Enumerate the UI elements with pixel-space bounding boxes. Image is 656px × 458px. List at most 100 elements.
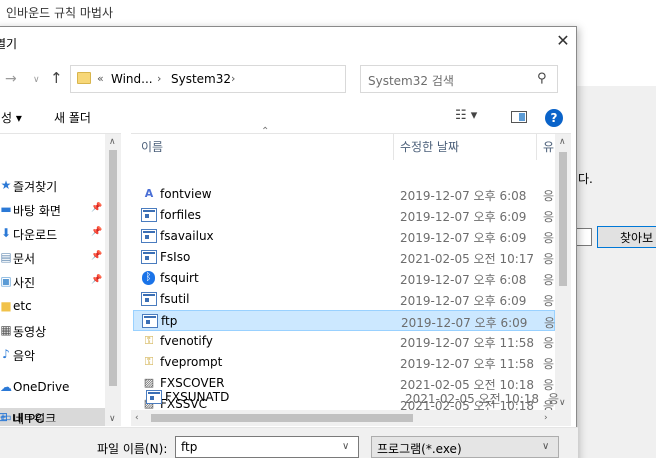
- file-type: 응: [544, 316, 556, 330]
- search-input[interactable]: System32 검색: [368, 72, 454, 89]
- exe-icon: [146, 390, 162, 404]
- file-type: 응: [543, 189, 555, 203]
- file-date: 2019-12-07 오후 6:09: [400, 294, 527, 308]
- navigation-bar: → ∨ ↑ « Wind... › System32 › ∨ ↻ System3…: [0, 63, 578, 95]
- pin-icon[interactable]: 📌: [91, 227, 102, 237]
- nav-item-label: 사진: [13, 276, 36, 290]
- preview-pane-icon[interactable]: [511, 111, 527, 123]
- background-input[interactable]: [576, 228, 592, 246]
- pin-icon[interactable]: 📌: [91, 203, 102, 213]
- nav-item-quick-access[interactable]: ★ 즐겨찾기: [0, 174, 105, 196]
- key-icon: ⚿: [144, 355, 154, 368]
- file-row-selected[interactable]: ftp 2019-12-07 오후 6:09 응: [133, 310, 555, 331]
- chevron-down-icon[interactable]: ∨: [542, 441, 549, 452]
- address-segment-windows[interactable]: Wind...: [111, 72, 153, 86]
- new-folder-button[interactable]: 새 폴더: [54, 109, 91, 126]
- column-header-date[interactable]: 수정한 날짜: [400, 138, 459, 160]
- nav-item-documents[interactable]: ▤ 문서 📌: [0, 246, 105, 268]
- dialog-title: 열기: [0, 37, 18, 51]
- file-type-filter[interactable]: 프로그램(*.exe) ∨: [371, 436, 559, 458]
- file-date: 2019-12-07 오후 6:09: [400, 210, 527, 224]
- file-date: 2021-02-05 오전 10:18: [405, 392, 540, 406]
- desktop-icon: ▬: [0, 202, 12, 216]
- horizontal-scrollbar-thumb[interactable]: [151, 414, 413, 422]
- video-icon: ▦: [0, 323, 12, 337]
- folder-icon: ■: [0, 299, 12, 313]
- file-row[interactable]: ⚿ fveprompt 2019-12-07 오후 11:58 응: [133, 352, 555, 373]
- file-row[interactable]: fsutil 2019-12-07 오후 6:09 응: [133, 289, 555, 310]
- music-icon: ♪: [2, 347, 10, 361]
- file-type: 응: [548, 392, 560, 406]
- scroll-right-icon[interactable]: ›: [544, 413, 548, 423]
- back-arrow-icon[interactable]: →: [5, 71, 17, 87]
- chevron-right-icon[interactable]: ›: [157, 72, 161, 85]
- file-name: forfiles: [160, 208, 202, 222]
- scroll-up-icon[interactable]: ∧: [109, 137, 116, 147]
- nav-item-downloads[interactable]: ⬇ 다운로드 📌: [0, 222, 105, 244]
- column-divider[interactable]: [393, 134, 394, 160]
- exe-icon: [141, 292, 157, 306]
- nav-item-etc[interactable]: ■ etc: [0, 295, 105, 317]
- nav-item-desktop[interactable]: ▬ 바탕 화면 📌: [0, 198, 105, 220]
- file-row[interactable]: FsIso 2021-02-05 오전 10:17 응: [133, 247, 555, 268]
- background-panel: [576, 86, 656, 458]
- background-window-title: 인바운드 규칙 마법사: [6, 6, 113, 20]
- filename-field[interactable]: ftp ∨: [175, 436, 359, 458]
- pin-icon[interactable]: 📌: [91, 275, 102, 285]
- nav-item-music[interactable]: ♪ 음악: [0, 343, 105, 365]
- file-date: 2019-12-07 오후 6:09: [400, 231, 527, 245]
- nav-item-network[interactable]: ⊞ 네트워크: [0, 408, 104, 422]
- file-type: 응: [543, 252, 555, 266]
- chevron-right-icon[interactable]: ›: [231, 72, 235, 85]
- column-header-type[interactable]: 유: [543, 138, 554, 160]
- vertical-scrollbar-thumb[interactable]: [559, 152, 567, 286]
- file-row[interactable]: fsavailux 2019-12-07 오후 6:09 응: [133, 226, 555, 247]
- nav-item-label: 문서: [13, 252, 36, 266]
- file-row[interactable]: ⚿ fvenotify 2019-12-07 오후 11:58 응: [133, 331, 555, 352]
- up-arrow-icon[interactable]: ↑: [50, 69, 63, 87]
- file-type-filter-value[interactable]: 프로그램(*.exe): [377, 440, 462, 457]
- scroll-left-icon[interactable]: ‹: [135, 413, 139, 423]
- nav-item-pictures[interactable]: ▣ 사진 📌: [0, 270, 105, 292]
- scroll-down-icon[interactable]: ∨: [109, 414, 116, 424]
- recent-locations-icon[interactable]: ∨: [33, 75, 40, 85]
- exe-icon: [141, 250, 157, 264]
- file-type: 응: [543, 231, 555, 245]
- organize-button[interactable]: 성 ▾: [1, 109, 22, 126]
- nav-item-videos[interactable]: ▦ 동영상: [0, 319, 105, 341]
- overflow-icon[interactable]: «: [97, 72, 104, 85]
- column-header-name[interactable]: 이름: [141, 138, 163, 160]
- file-name: fontview: [160, 187, 212, 201]
- nav-item-label: etc: [13, 299, 32, 313]
- pin-icon[interactable]: 📌: [91, 251, 102, 261]
- cloud-icon: ☁: [0, 380, 12, 394]
- fontview-icon: A: [144, 187, 154, 200]
- close-icon[interactable]: ✕: [553, 31, 573, 51]
- browse-button[interactable]: 찾아보: [597, 226, 656, 248]
- view-options-icon[interactable]: ☷ ▾: [455, 108, 477, 123]
- key-icon: ⚿: [144, 334, 154, 347]
- address-bar[interactable]: « Wind... › System32 › ∨ ↻: [70, 65, 407, 93]
- filename-bar: 파일 이름(N): ftp ∨ 프로그램(*.exe) ∨: [0, 427, 578, 458]
- filename-value[interactable]: ftp: [181, 440, 197, 454]
- file-row[interactable]: A fontview 2019-12-07 오후 6:08 응: [133, 184, 555, 205]
- file-name: fvenotify: [160, 334, 213, 348]
- search-box[interactable]: System32 검색 ⚲: [360, 65, 558, 93]
- search-icon[interactable]: ⚲: [537, 71, 547, 86]
- nav-scrollbar-thumb[interactable]: [109, 150, 117, 386]
- file-row[interactable]: forfiles 2019-12-07 오후 6:09 응: [133, 205, 555, 226]
- scroll-up-icon[interactable]: ∧: [559, 137, 566, 147]
- nav-item-onedrive[interactable]: ☁ OneDrive: [0, 376, 105, 398]
- column-divider[interactable]: [536, 134, 537, 160]
- file-type: 응: [543, 336, 555, 350]
- file-row[interactable]: FXSUNATD 2021-02-05 오전 10:18 응: [138, 387, 560, 408]
- file-name: fsquirt: [160, 271, 199, 285]
- nav-item-label: 바탕 화면: [13, 204, 61, 218]
- file-row[interactable]: ᛒ fsquirt 2019-12-07 오후 6:08 응: [133, 268, 555, 289]
- chevron-down-icon[interactable]: ∨: [342, 441, 349, 452]
- file-name: fsutil: [160, 292, 190, 306]
- address-segment-system32[interactable]: System32: [171, 72, 231, 86]
- nav-item-label: 음악: [13, 349, 36, 363]
- folder-icon: [77, 72, 91, 84]
- help-icon[interactable]: ?: [545, 109, 563, 127]
